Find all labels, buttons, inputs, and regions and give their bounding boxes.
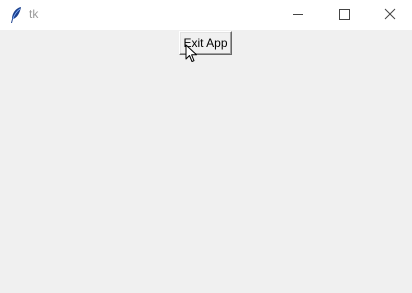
minimize-button[interactable] (275, 0, 321, 30)
close-icon (384, 8, 396, 20)
title-bar[interactable]: tk (0, 0, 412, 30)
feather-icon (9, 6, 23, 24)
maximize-button[interactable] (321, 0, 367, 30)
exit-app-button[interactable]: Exit App (179, 31, 232, 55)
window-title: tk (29, 7, 39, 21)
maximize-icon (339, 9, 350, 20)
main-area: Exit App (0, 30, 412, 293)
close-button[interactable] (366, 0, 412, 30)
minimize-icon (293, 14, 303, 15)
app-window: tk Exit App (0, 0, 412, 293)
